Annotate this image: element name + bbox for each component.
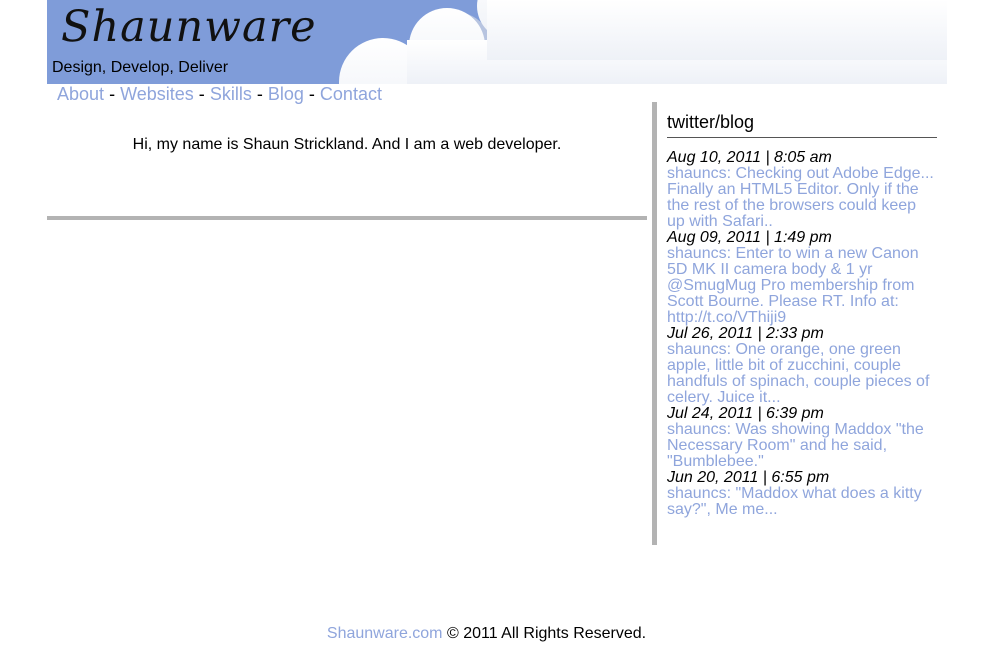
tweet-line: say?", Me me... [667, 501, 778, 518]
tweet-item: Aug 10, 2011 | 8:05 am shauncs: Checking… [667, 150, 937, 230]
nav-link-contact[interactable]: Contact [320, 84, 382, 104]
tweet-item: Aug 09, 2011 | 1:49 pm shauncs: Enter to… [667, 230, 937, 326]
tweet-date: Aug 09, 2011 | 1:49 pm [667, 229, 832, 246]
tweet-line: shauncs: Checking out Adobe Edge... [667, 165, 934, 182]
nav-separator: - [109, 84, 116, 104]
tweet-item: Jun 20, 2011 | 6:55 pm shauncs: "Maddox … [667, 470, 937, 518]
tweet-link[interactable]: shauncs: Was showing Maddox "the Necessa… [667, 422, 937, 470]
footer-copyright: © 2011 All Rights Reserved. [442, 625, 647, 642]
tweet-line: shauncs: "Maddox what does a kitty [667, 485, 922, 502]
tweet-line: apple, little bit of zucchini, couple [667, 357, 901, 374]
tweet-date: Jun 20, 2011 | 6:55 pm [667, 469, 830, 486]
tweet-link[interactable]: shauncs: "Maddox what does a kitty say?"… [667, 486, 937, 518]
tweet-date: Jul 24, 2011 | 6:39 pm [667, 405, 824, 422]
site-tagline: Design, Develop, Deliver [52, 59, 229, 76]
tweet-line: @SmugMug Pro membership from [667, 277, 915, 294]
intro-text: Hi, my name is Shaun Strickland. And I a… [132, 136, 562, 153]
nav-separator: - [198, 84, 205, 104]
tweet-line: Necessary Room" and he said, [667, 437, 888, 454]
content-divider [47, 216, 647, 220]
tweet-line: up with Safari.. [667, 213, 773, 230]
tweet-line: the rest of the browsers could keep [667, 197, 917, 214]
footer-site-link[interactable]: Shaunware.com [327, 625, 443, 642]
tweet-item: Jul 24, 2011 | 6:39 pm shauncs: Was show… [667, 406, 937, 470]
tweet-line: shauncs: Was showing Maddox "the [667, 421, 924, 438]
nav-separator: - [256, 84, 263, 104]
footer: Shaunware.com © 2011 All Rights Reserved… [0, 625, 973, 643]
tweet-item: Jul 26, 2011 | 2:33 pm shauncs: One oran… [667, 326, 937, 406]
page: Shaunware Design, Develop, Deliver About… [0, 0, 995, 667]
tweet-link[interactable]: shauncs: Enter to win a new Canon 5D MK … [667, 246, 937, 326]
tweet-line: http://t.co/VThiji9 [667, 309, 787, 326]
nav-link-websites[interactable]: Websites [120, 84, 194, 104]
twitter-blog-sidebar: twitter/blog Aug 10, 2011 | 8:05 am shau… [667, 111, 937, 518]
tweet-line: handfuls of spinach, couple pieces of [667, 373, 930, 390]
nav-separator: - [308, 84, 315, 104]
tweet-date: Jul 26, 2011 | 2:33 pm [667, 325, 824, 342]
site-logo[interactable]: Shaunware [61, 2, 317, 52]
sidebar-divider [652, 102, 657, 545]
tweet-link[interactable]: shauncs: Checking out Adobe Edge... Fina… [667, 166, 937, 230]
main-nav: About - Websites - Skills - Blog - Conta… [57, 84, 382, 105]
tweet-date: Aug 10, 2011 | 8:05 am [667, 149, 832, 166]
tweet-line: shauncs: One orange, one green [667, 341, 901, 358]
header-banner: Shaunware Design, Develop, Deliver [47, 0, 947, 84]
nav-link-about[interactable]: About [57, 84, 104, 104]
tweet-line: Finally an HTML5 Editor. Only if the [667, 181, 919, 198]
tweet-line: celery. Juice it... [667, 389, 781, 406]
tweet-link[interactable]: shauncs: One orange, one green apple, li… [667, 342, 937, 406]
tweet-line: "Bumblebee." [667, 453, 764, 470]
nav-link-skills[interactable]: Skills [210, 84, 252, 104]
sidebar-title: twitter/blog [667, 111, 937, 138]
tweet-line: 5D MK II camera body & 1 yr [667, 261, 873, 278]
tweet-line: shauncs: Enter to win a new Canon [667, 245, 919, 262]
nav-link-blog[interactable]: Blog [268, 84, 304, 104]
tweet-line: Scott Bourne. Please RT. Info at: [667, 293, 899, 310]
